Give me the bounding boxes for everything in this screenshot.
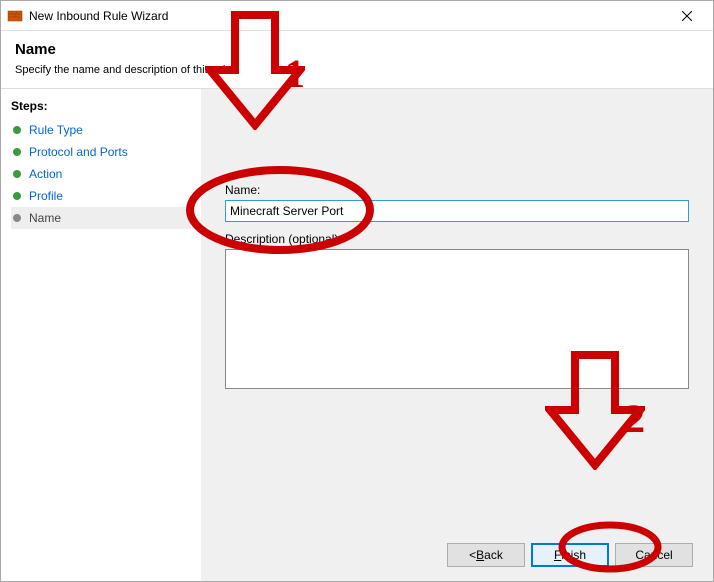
steps-label: Steps: — [11, 99, 191, 113]
cancel-button[interactable]: Cancel — [615, 543, 693, 567]
desc-field-group: Description (optional): — [225, 232, 689, 392]
back-button[interactable]: < Back — [447, 543, 525, 567]
window-title: New Inbound Rule Wizard — [29, 9, 667, 23]
firewall-icon — [7, 8, 23, 24]
step-rule-type[interactable]: Rule Type — [11, 119, 191, 141]
page-title: Name — [15, 41, 699, 58]
wizard-header: Name Specify the name and description of… — [1, 31, 713, 89]
step-bullet-icon — [13, 148, 21, 156]
step-label: Action — [29, 167, 62, 181]
close-icon — [682, 11, 692, 21]
description-label: Description (optional): — [225, 232, 689, 246]
wizard-body: Steps: Rule Type Protocol and Ports Acti… — [1, 89, 713, 581]
step-bullet-icon — [13, 192, 21, 200]
annotation-number-1: 1 — [285, 50, 305, 97]
step-bullet-icon — [13, 170, 21, 178]
page-subtitle: Specify the name and description of this… — [15, 64, 699, 76]
main-pane: Name: Description (optional): < Back Fin… — [201, 89, 713, 581]
step-action[interactable]: Action — [11, 163, 191, 185]
step-bullet-icon — [13, 126, 21, 134]
close-button[interactable] — [667, 2, 707, 30]
name-input[interactable] — [225, 200, 689, 222]
steps-sidebar: Steps: Rule Type Protocol and Ports Acti… — [1, 89, 201, 581]
button-row: < Back Finish Cancel — [447, 543, 693, 567]
description-input[interactable] — [225, 249, 689, 389]
annotation-number-2: 2 — [625, 395, 645, 442]
name-label: Name: — [225, 183, 689, 197]
step-protocol-ports[interactable]: Protocol and Ports — [11, 141, 191, 163]
step-label: Name — [29, 211, 61, 225]
finish-button[interactable]: Finish — [531, 543, 609, 567]
step-bullet-icon — [13, 214, 21, 222]
step-label: Profile — [29, 189, 63, 203]
titlebar: New Inbound Rule Wizard — [1, 1, 713, 31]
name-field-group: Name: — [225, 183, 689, 222]
step-label: Protocol and Ports — [29, 145, 128, 159]
wizard-window: New Inbound Rule Wizard Name Specify the… — [0, 0, 714, 582]
step-label: Rule Type — [29, 123, 83, 137]
step-name[interactable]: Name — [11, 207, 191, 229]
step-profile[interactable]: Profile — [11, 185, 191, 207]
